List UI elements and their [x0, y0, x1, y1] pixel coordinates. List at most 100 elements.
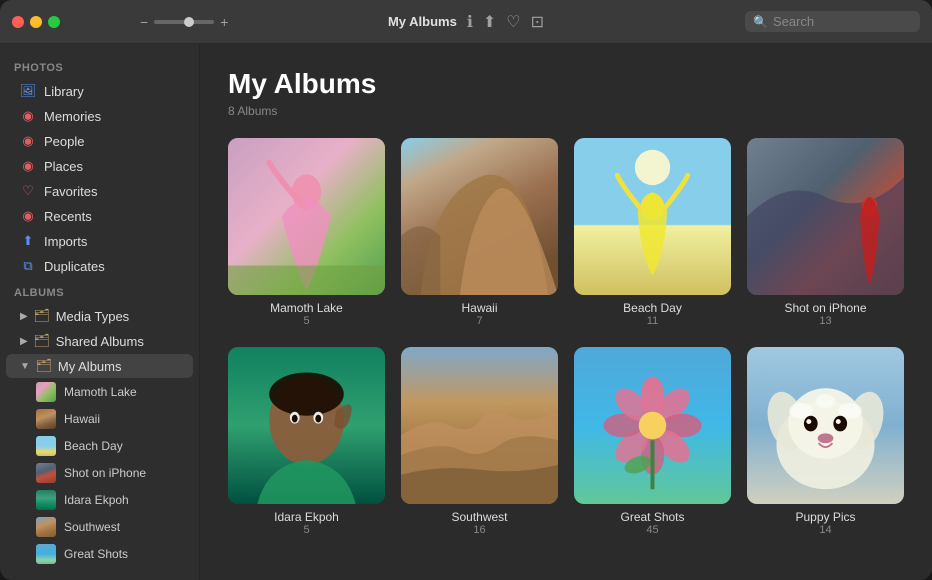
shot-on-iphone-count: 13	[819, 315, 831, 327]
content-area: My Albums 8 Albums	[200, 44, 932, 580]
frame-icon[interactable]: ⊡	[531, 12, 544, 32]
album-card-mamoth-lake[interactable]: Mamoth Lake 5	[228, 138, 385, 327]
album-card-beach-day[interactable]: Beach Day 11	[574, 138, 731, 327]
chevron-down-icon: ▼	[20, 361, 30, 372]
photos-section-label: Photos	[0, 54, 199, 78]
my-albums-label: My Albums	[58, 359, 122, 374]
sidebar-item-recents[interactable]: ◉ Recents	[6, 204, 193, 228]
people-label: People	[44, 134, 84, 149]
sidebar-item-places[interactable]: ◉ Places	[6, 154, 193, 178]
duplicates-label: Duplicates	[44, 259, 105, 274]
beach-day-name: Beach Day	[623, 301, 682, 315]
sidebar-sub-mamoth-lake[interactable]: Mamoth Lake	[6, 379, 193, 405]
great-shots-name: Great Shots	[620, 510, 684, 524]
shot-on-iphone-sub-label: Shot on iPhone	[64, 466, 146, 480]
titlebar-title: My Albums	[388, 14, 457, 29]
album-card-hawaii[interactable]: Hawaii 7	[401, 138, 558, 327]
sidebar-group-my-albums[interactable]: ▼ 🗂 My Albums	[6, 354, 193, 378]
zoom-minus-button[interactable]: −	[140, 14, 148, 30]
album-card-southwest[interactable]: Southwest 16	[401, 347, 558, 536]
library-icon: 🖼	[20, 83, 36, 99]
albums-section-label: Albums	[0, 279, 199, 303]
sidebar-item-library[interactable]: 🖼 Library	[6, 79, 193, 103]
sidebar-sub-great-shots[interactable]: Great Shots	[6, 541, 193, 567]
shot-on-iphone-name: Shot on iPhone	[784, 301, 866, 315]
titlebar: − + My Albums ℹ ⬆ ♡ ⊡ 🔍	[0, 0, 932, 44]
search-bar[interactable]: 🔍	[745, 11, 920, 32]
sidebar: Photos 🖼 Library ◉ Memories ◉ People ◉ P…	[0, 44, 200, 580]
southwest-sub-label: Southwest	[64, 520, 120, 534]
heart-icon[interactable]: ♡	[506, 12, 520, 32]
southwest-thumb	[36, 517, 56, 537]
share-icon[interactable]: ⬆	[483, 12, 496, 32]
minimize-button[interactable]	[30, 16, 42, 28]
idara-name: Idara Ekpoh	[274, 510, 339, 524]
beach-day-album-thumb	[574, 138, 731, 295]
sidebar-item-memories[interactable]: ◉ Memories	[6, 104, 193, 128]
southwest-album-thumb	[401, 347, 558, 504]
zoom-plus-button[interactable]: +	[220, 14, 228, 30]
shot-on-iphone-album-thumb	[747, 138, 904, 295]
mamoth-lake-name: Mamoth Lake	[270, 301, 343, 315]
shot-on-iphone-thumb	[36, 463, 56, 483]
zoom-slider[interactable]	[154, 20, 214, 24]
library-label: Library	[44, 84, 84, 99]
sidebar-sub-beach-day[interactable]: Beach Day	[6, 433, 193, 459]
shared-albums-folder-icon: 🗂	[34, 333, 50, 349]
sidebar-sub-idara[interactable]: Idara Ekpoh	[6, 487, 193, 513]
album-card-puppy-pics[interactable]: Puppy Pics 14	[747, 347, 904, 536]
sidebar-group-media-types[interactable]: ▶ 🗂 Media Types	[6, 304, 193, 328]
chevron-right-shared-icon: ▶	[20, 336, 28, 347]
mamoth-lake-sub-label: Mamoth Lake	[64, 385, 137, 399]
album-card-idara[interactable]: Idara Ekpoh 5	[228, 347, 385, 536]
album-card-shot-on-iphone[interactable]: Shot on iPhone 13	[747, 138, 904, 327]
media-types-label: Media Types	[56, 309, 129, 324]
places-label: Places	[44, 159, 83, 174]
sidebar-sub-southwest[interactable]: Southwest	[6, 514, 193, 540]
search-icon: 🔍	[753, 15, 768, 29]
recents-label: Recents	[44, 209, 92, 224]
sidebar-sub-shot-on-iphone[interactable]: Shot on iPhone	[6, 460, 193, 486]
sidebar-item-people[interactable]: ◉ People	[6, 129, 193, 153]
maximize-button[interactable]	[48, 16, 60, 28]
info-icon[interactable]: ℹ	[467, 12, 473, 32]
imports-label: Imports	[44, 234, 87, 249]
people-icon: ◉	[20, 133, 36, 149]
hawaii-album-thumb	[401, 138, 558, 295]
search-input[interactable]	[773, 14, 912, 29]
mamoth-lake-album-thumb	[228, 138, 385, 295]
sidebar-sub-hawaii[interactable]: Hawaii	[6, 406, 193, 432]
duplicates-icon: ⧉	[20, 258, 36, 274]
hawaii-count: 7	[476, 315, 482, 327]
southwest-name: Southwest	[451, 510, 507, 524]
great-shots-sub-label: Great Shots	[64, 547, 128, 561]
album-card-great-shots[interactable]: Great Shots 45	[574, 347, 731, 536]
sidebar-item-imports[interactable]: ⬆ Imports	[6, 229, 193, 253]
puppy-pics-album-thumb	[747, 347, 904, 504]
page-subtitle: 8 Albums	[228, 104, 904, 118]
titlebar-action-icons: ℹ ⬆ ♡ ⊡	[467, 12, 544, 32]
recents-icon: ◉	[20, 208, 36, 224]
media-types-folder-icon: 🗂	[34, 308, 50, 324]
idara-thumb	[36, 490, 56, 510]
my-albums-folder-icon: 🗂	[36, 358, 52, 374]
traffic-lights	[12, 16, 60, 28]
main-layout: Photos 🖼 Library ◉ Memories ◉ People ◉ P…	[0, 44, 932, 580]
titlebar-center: My Albums ℹ ⬆ ♡ ⊡	[388, 12, 544, 32]
idara-sub-label: Idara Ekpoh	[64, 493, 129, 507]
close-button[interactable]	[12, 16, 24, 28]
mamoth-lake-count: 5	[303, 315, 309, 327]
puppy-pics-name: Puppy Pics	[795, 510, 855, 524]
southwest-count: 16	[473, 524, 485, 536]
great-shots-count: 45	[646, 524, 658, 536]
imports-icon: ⬆	[20, 233, 36, 249]
great-shots-album-thumb	[574, 347, 731, 504]
memories-icon: ◉	[20, 108, 36, 124]
sidebar-item-favorites[interactable]: ♡ Favorites	[6, 179, 193, 203]
beach-day-thumb	[36, 436, 56, 456]
shared-albums-label: Shared Albums	[56, 334, 144, 349]
sidebar-item-duplicates[interactable]: ⧉ Duplicates	[6, 254, 193, 278]
sidebar-group-shared-albums[interactable]: ▶ 🗂 Shared Albums	[6, 329, 193, 353]
beach-day-count: 11	[647, 315, 658, 327]
puppy-pics-count: 14	[819, 524, 831, 536]
